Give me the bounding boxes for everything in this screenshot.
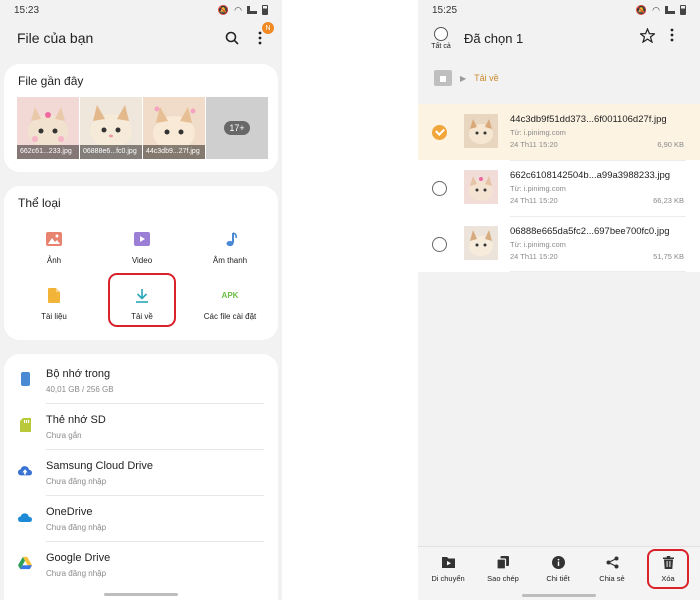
page-title: File của bạn [17, 30, 94, 46]
more-count: 17+ [224, 121, 250, 135]
file-thumbnail [464, 226, 498, 260]
recent-files-card: File gần đây 662c61...233.jpg 06888e6...… [4, 64, 278, 172]
delete-highlight-box [647, 549, 689, 589]
more-options-icon[interactable] [670, 28, 674, 47]
move-icon [441, 555, 455, 569]
bottom-action-bar: Di chuyển Sao chép Chi tiết Chia sẻ Xóa [418, 546, 700, 600]
recent-files-title: File gần đây [18, 74, 84, 88]
file-checkbox[interactable] [432, 181, 447, 196]
storage-samsung-cloud[interactable]: Samsung Cloud Drive Chưa đăng nhập [4, 450, 278, 496]
selection-count-title: Đã chọn 1 [464, 31, 524, 46]
status-icons: 🔕 ◠ [218, 5, 268, 16]
recent-file-caption: 06888e6...fc0.jpg [80, 145, 142, 159]
app-header: File của bạn N [0, 20, 282, 56]
sd-card-icon [18, 418, 32, 432]
samsung-cloud-icon [18, 464, 32, 478]
downloads-highlight-box [108, 273, 176, 327]
downloads-selection-screen: 15:25 🔕 ◠ Tất cả Đã chọn 1 ▶ Tải về 44c3… [418, 0, 700, 600]
gesture-bar [522, 594, 596, 597]
divider [510, 160, 686, 161]
select-all-toggle[interactable]: Tất cả [428, 27, 454, 50]
onedrive-icon [18, 510, 32, 524]
gesture-bar [104, 593, 178, 596]
my-files-screen: 15:23 🔕 ◠ File của bạn N File gần đây 66… [0, 0, 282, 600]
file-row[interactable]: 06888e665da5fc2...697bee700fc0.jpg Từ: i… [418, 216, 700, 272]
storage-google-drive[interactable]: Google Drive Chưa đăng nhập [4, 542, 278, 588]
notification-badge: N [262, 22, 274, 34]
file-row[interactable]: 44c3db9f51dd373...6f001106d27f.jpg Từ: i… [418, 104, 700, 160]
recent-file-caption: 44c3db9...27f.jpg [143, 145, 205, 159]
category-video[interactable]: Video [102, 230, 182, 265]
signal-icon [665, 6, 675, 14]
copy-button[interactable]: Sao chép [477, 555, 529, 583]
move-button[interactable]: Di chuyển [422, 555, 474, 583]
wifi-icon: ◠ [652, 4, 660, 15]
file-thumbnail [464, 114, 498, 148]
file-list: 44c3db9f51dd373...6f001106d27f.jpg Từ: i… [418, 104, 700, 272]
categories-card: Thể loại Ảnh Video Âm thanh Tài liệu Tải… [4, 186, 278, 340]
video-icon [133, 230, 151, 248]
wifi-icon: ◠ [234, 4, 242, 15]
breadcrumb-folder[interactable]: Tải về [474, 73, 499, 83]
category-documents[interactable]: Tài liệu [14, 286, 94, 321]
share-button[interactable]: Chia sẻ [586, 555, 638, 583]
info-icon [551, 555, 565, 569]
share-icon [605, 555, 619, 569]
status-bar: 15:23 🔕 ◠ [0, 0, 282, 20]
selection-header: Tất cả Đã chọn 1 [418, 20, 700, 58]
apk-icon: APK [221, 290, 239, 300]
categories-title: Thể loại [18, 196, 61, 210]
storage-onedrive[interactable]: OneDrive Chưa đăng nhập [4, 496, 278, 542]
star-icon[interactable] [638, 27, 657, 48]
more-options-icon[interactable]: N [252, 22, 274, 46]
phone-storage-icon [18, 372, 32, 386]
category-audio[interactable]: Âm thanh [190, 230, 270, 265]
recent-file-thumb[interactable]: 44c3db9...27f.jpg [143, 97, 205, 159]
status-icons: 🔕 ◠ [636, 5, 686, 16]
category-installation-files[interactable]: APK Các file cài đặt [190, 286, 270, 322]
category-images[interactable]: Ảnh [14, 230, 94, 265]
google-drive-icon [18, 556, 32, 570]
file-row[interactable]: 662c6108142504b...a99a3988233.jpg Từ: i.… [418, 160, 700, 216]
copy-icon [496, 555, 510, 569]
divider [510, 271, 686, 272]
recent-file-thumb[interactable]: 06888e6...fc0.jpg [80, 97, 142, 159]
signal-icon [247, 6, 257, 14]
breadcrumb: ▶ Tải về [418, 58, 700, 98]
mute-icon: 🔕 [217, 4, 230, 15]
recent-file-caption: 662c61...233.jpg [17, 145, 79, 159]
home-icon[interactable] [434, 70, 452, 86]
file-thumbnail [464, 170, 498, 204]
divider [510, 216, 686, 217]
details-button[interactable]: Chi tiết [532, 555, 584, 583]
chevron-right-icon: ▶ [460, 73, 467, 83]
file-checkbox[interactable] [432, 237, 447, 252]
battery-icon [680, 5, 686, 15]
status-time: 15:23 [14, 4, 40, 16]
search-icon[interactable] [224, 30, 240, 46]
recent-file-thumb[interactable]: 662c61...233.jpg [17, 97, 79, 159]
storage-sd-card[interactable]: Thẻ nhớ SD Chưa gắn [4, 404, 278, 450]
battery-icon [262, 5, 268, 15]
storage-card: Bộ nhớ trong 40,01 GB / 256 GB Thẻ nhớ S… [4, 354, 278, 600]
select-all-checkbox[interactable] [434, 27, 448, 41]
status-bar: 15:25 🔕 ◠ [418, 0, 700, 20]
mute-icon: 🔕 [635, 4, 648, 15]
document-icon [45, 286, 63, 304]
status-time: 15:25 [432, 4, 458, 16]
music-note-icon [221, 230, 239, 248]
file-checkbox[interactable] [432, 125, 447, 140]
image-icon [45, 230, 63, 248]
storage-internal[interactable]: Bộ nhớ trong 40,01 GB / 256 GB [4, 358, 278, 404]
more-recent-files[interactable]: 17+ [206, 97, 268, 159]
